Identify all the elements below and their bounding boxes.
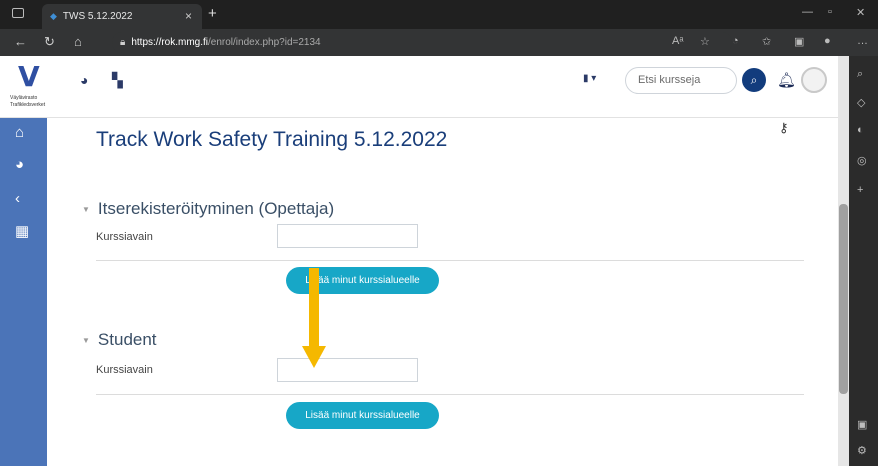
course-key-label: Kurssiavain [96, 364, 153, 376]
more-icon[interactable]: … [857, 35, 868, 47]
minimize-icon[interactable]: — [802, 6, 813, 18]
site-logo[interactable]: V Väylävirasto Trafikledsverket [10, 60, 50, 114]
logo-text-sv: Trafikledsverket [10, 102, 46, 108]
section-student-heading[interactable]: ▼ Student [82, 330, 157, 350]
notification-bell-icon[interactable]: 🔔︎ [777, 71, 796, 89]
enrol-me-button[interactable]: Lisää minut kurssialueelle [286, 402, 439, 429]
avatar[interactable] [801, 67, 827, 93]
section-heading-text: Student [97, 330, 157, 349]
enrolment-key-icon[interactable]: ⚷ [779, 120, 789, 136]
browser-tab[interactable]: ◆ TWS 5.12.2022 × [42, 4, 202, 29]
divider [96, 394, 804, 395]
favorite-star-icon[interactable]: ☆ [700, 35, 710, 48]
extension-icon[interactable]: ◔ [732, 35, 739, 47]
dashboard-nav-icon[interactable]: ◕ [15, 156, 24, 173]
url-path: /enrol/index.php?id=2134 [208, 37, 321, 48]
home-nav-icon[interactable]: ⌂ [15, 124, 24, 141]
edge-sidebar: ⌕ ◇ ◐ ◎ + ▣ ⚙ [849, 56, 878, 466]
collapse-triangle-icon: ▼ [82, 336, 90, 346]
close-window-icon[interactable]: ✕ [856, 6, 865, 19]
search-button[interactable]: ⌕ [742, 68, 766, 92]
tag-icon[interactable]: ◇ [857, 96, 865, 109]
address-bar-row: ← ↻ ⌂ 🔒︎ https://rok.mmg.fi/enrol/index.… [0, 29, 878, 56]
refresh-icon[interactable]: ↻ [44, 34, 55, 50]
dashboard-icon[interactable]: ◕ [80, 72, 98, 88]
favorites-icon[interactable]: ✩ [762, 35, 771, 48]
collections-icon[interactable]: ▣ [794, 35, 804, 48]
outlook-icon[interactable]: ◎ [857, 154, 867, 167]
collapse-triangle-icon: ▼ [82, 205, 90, 215]
add-icon[interactable]: + [857, 184, 863, 196]
new-tab-button[interactable]: + [208, 5, 217, 22]
section-teacher-heading[interactable]: ▼ Itserekisteröityminen (Opettaja) [82, 199, 334, 219]
profile-icon[interactable]: ● [824, 35, 831, 47]
section-heading-text: Itserekisteröityminen (Opettaja) [97, 199, 335, 218]
url-host: https://rok.mmg.fi [131, 37, 209, 48]
scrollbar-thumb[interactable] [839, 204, 848, 394]
page-title: Track Work Safety Training 5.12.2022 [96, 128, 448, 151]
lock-icon: 🔒︎ [120, 37, 126, 48]
search-icon[interactable]: ⌕ [857, 68, 863, 81]
course-key-input[interactable] [277, 358, 418, 382]
browser-tab-bar: ◆ TWS 5.12.2022 × + — ▫ ✕ [0, 0, 878, 29]
divider [96, 260, 804, 261]
left-nav-drawer: ⌂ ◕ ‹ ▦ [0, 118, 47, 466]
collapse-nav-icon[interactable]: ‹ [15, 190, 20, 207]
favicon-icon: ◆ [50, 11, 57, 21]
tab-actions-icon[interactable] [12, 8, 24, 18]
logo-text-fi: Väylävirasto [10, 95, 38, 101]
site-header: V Väylävirasto Trafikledsverket ◕ ▚ ▮ ▾ … [0, 56, 849, 118]
url-field[interactable]: 🔒︎ https://rok.mmg.fi/enrol/index.php?id… [112, 32, 732, 53]
course-key-input[interactable] [277, 224, 418, 248]
home-icon[interactable]: ⌂ [74, 34, 82, 49]
calendar-nav-icon[interactable]: ▦ [15, 222, 29, 240]
search-input[interactable]: Etsi kursseja [625, 67, 737, 94]
settings-icon[interactable]: ⚙ [857, 444, 867, 457]
course-key-label: Kurssiavain [96, 231, 153, 243]
office-icon[interactable]: ◐ [857, 124, 864, 136]
logo-mark: V [18, 60, 40, 93]
sidebar-layout-icon[interactable]: ▣ [857, 418, 867, 431]
read-aloud-icon[interactable]: Aᵃ [672, 35, 683, 47]
restore-icon[interactable]: ▫ [828, 6, 832, 18]
tab-close-icon[interactable]: × [185, 9, 192, 23]
language-menu-icon[interactable]: ▮ ▾ [583, 73, 596, 84]
web-page: V Väylävirasto Trafikledsverket ◕ ▚ ▮ ▾ … [0, 56, 849, 466]
tab-title: TWS 5.12.2022 [62, 11, 133, 22]
map-icon[interactable]: ▚ [112, 72, 130, 88]
back-icon[interactable]: ← [14, 34, 27, 49]
annotation-arrow-icon [302, 268, 326, 368]
